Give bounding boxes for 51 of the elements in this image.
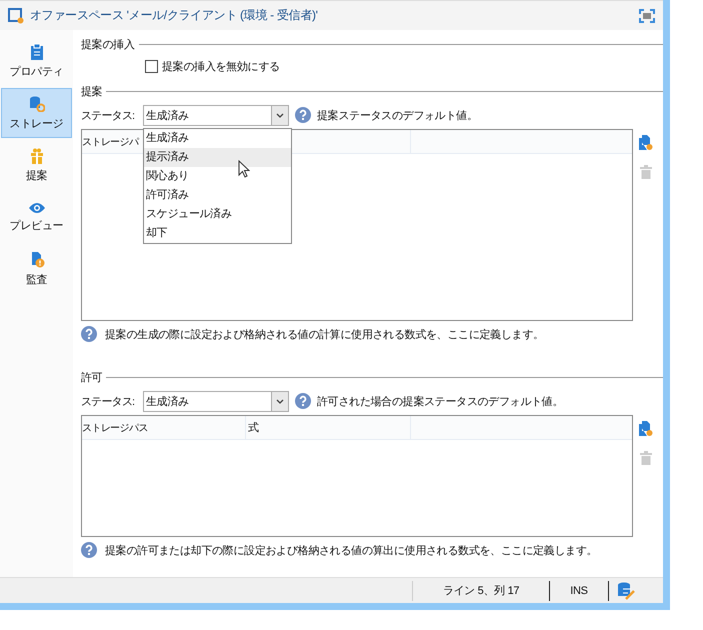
chevron-down-icon	[276, 398, 284, 404]
dropdown-option[interactable]: 却下	[144, 224, 291, 242]
help-icon	[295, 393, 311, 409]
gift-icon	[30, 148, 44, 164]
column-header[interactable]: 式	[248, 420, 259, 435]
section-title: 許可	[81, 370, 102, 384]
sidebar-label: 提案	[26, 168, 48, 182]
help-icon	[81, 326, 97, 342]
eye-icon	[28, 202, 44, 214]
status-label: ステータス:	[81, 108, 136, 122]
hint-text: 許可された場合の提案ステータスのデフォルト値。	[317, 394, 564, 408]
sidebar-item[interactable]: プレビュー	[1, 192, 72, 242]
dropdown-option[interactable]: スケジュール済み	[144, 204, 291, 224]
section-title: 提案	[81, 84, 102, 98]
hint-text: 提案ステータスのデフォルト値。	[317, 108, 478, 122]
sidebar-item[interactable]: 監査	[1, 244, 72, 294]
checkbox[interactable]	[145, 60, 158, 73]
status-dropdown[interactable]: 生成済み	[143, 104, 289, 126]
chevron-down-icon	[276, 112, 284, 118]
note-text: 提案の生成の際に設定および格納される値の計算に使用される数式を、ここに定義します。	[105, 328, 544, 342]
help-icon	[295, 107, 311, 123]
database-edit-icon	[617, 582, 635, 600]
fullscreen-icon[interactable]	[639, 8, 655, 22]
sidebar-label: 監査	[26, 272, 48, 286]
sidebar-item[interactable]: プロパティ	[1, 36, 72, 86]
window-icon	[8, 8, 24, 24]
checkbox-label: 提案の挿入を無効にする	[162, 60, 280, 74]
cursor-position: ライン 5、列 17	[413, 580, 550, 600]
dropdown-option[interactable]: 提示済み	[144, 148, 291, 166]
new-document-icon[interactable]	[639, 135, 653, 151]
dropdown-option[interactable]: 生成済み	[144, 128, 291, 148]
help-icon	[81, 542, 97, 558]
dropdown-option[interactable]: 許可済み	[144, 186, 291, 204]
database-sync-icon	[28, 96, 44, 112]
sidebar-label: プレビュー	[10, 218, 64, 232]
mouse-cursor-icon	[238, 160, 250, 178]
column-header[interactable]: ストレージパ	[82, 134, 138, 148]
clipboard-icon	[30, 44, 44, 60]
window-title: オファースペース 'メール/クライアント (環境 - 受信者)'	[30, 7, 319, 24]
dropdown-option[interactable]: 関心あり	[144, 166, 291, 186]
sidebar-item[interactable]: ストレージ	[1, 88, 72, 138]
sidebar-item[interactable]: 提案	[1, 140, 72, 190]
note-text: 提案の許可または却下の際に設定および格納される値の算出に使用される数式を、ここに定義します。	[105, 544, 598, 558]
new-document-icon[interactable]	[639, 421, 653, 437]
status-label: ステータス:	[81, 394, 136, 408]
status-dropdown[interactable]: 生成済み	[143, 390, 289, 412]
sidebar-label: プロパティ	[10, 64, 64, 78]
column-header[interactable]: ストレージパス	[82, 420, 148, 434]
section-title: 提案の挿入	[81, 38, 135, 52]
insert-mode: INS	[550, 580, 609, 600]
sidebar-label: ストレージ	[10, 116, 64, 130]
